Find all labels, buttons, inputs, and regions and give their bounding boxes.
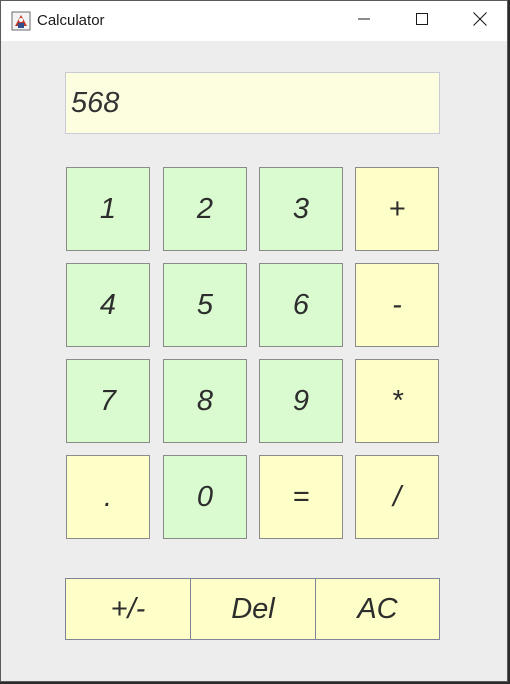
equals-button[interactable]: = <box>259 455 343 539</box>
digit-9-button[interactable]: 9 <box>259 359 343 443</box>
minus-button[interactable]: - <box>355 263 439 347</box>
maximize-button[interactable] <box>393 1 451 41</box>
window-title: Calculator <box>37 12 105 29</box>
close-icon <box>473 11 487 31</box>
clear-button[interactable]: AC <box>315 578 440 640</box>
digit-5-button[interactable]: 5 <box>163 263 247 347</box>
digit-6-button[interactable]: 6 <box>259 263 343 347</box>
delete-button[interactable]: Del <box>190 578 316 640</box>
negate-button[interactable]: +/- <box>65 578 191 640</box>
digit-4-button[interactable]: 4 <box>66 263 150 347</box>
divide-button[interactable]: / <box>355 455 439 539</box>
minimize-button[interactable] <box>335 1 393 41</box>
plus-button[interactable]: + <box>355 167 439 251</box>
digit-1-button[interactable]: 1 <box>66 167 150 251</box>
digit-8-button[interactable]: 8 <box>163 359 247 443</box>
calculator-display[interactable]: 568 <box>65 72 440 134</box>
decimal-point-button[interactable]: . <box>66 455 150 539</box>
title-bar[interactable]: Calculator <box>1 1 507 41</box>
digit-7-button[interactable]: 7 <box>66 359 150 443</box>
digit-2-button[interactable]: 2 <box>163 167 247 251</box>
close-button[interactable] <box>451 1 507 41</box>
multiply-button[interactable]: * <box>355 359 439 443</box>
digit-3-button[interactable]: 3 <box>259 167 343 251</box>
calculator-window: Calculator 568 1 2 3 +4 5 6-7 8 9 *. 0 = / +/- Del … <box>0 0 508 682</box>
display-value: 568 <box>71 87 120 119</box>
java-app-icon <box>11 11 31 31</box>
minimize-icon <box>358 12 370 30</box>
digit-0-button[interactable]: 0 <box>163 455 247 539</box>
maximize-icon <box>416 12 428 30</box>
